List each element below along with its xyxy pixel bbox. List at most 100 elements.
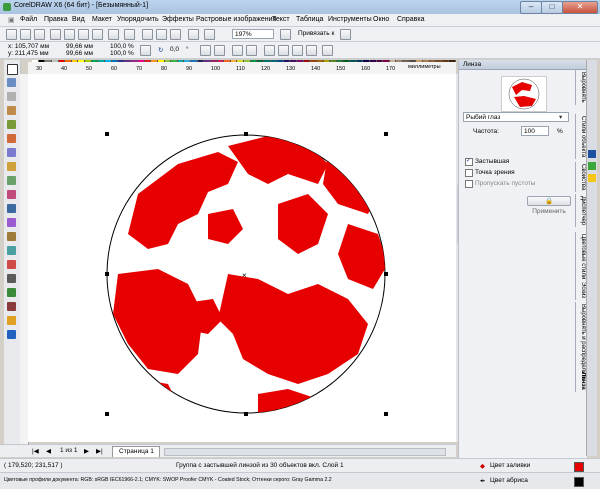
save-icon[interactable] — [34, 29, 45, 40]
interactive-fill-icon[interactable] — [7, 330, 16, 339]
page-tab[interactable]: Страница 1 — [112, 446, 160, 457]
basic-shapes-icon[interactable] — [7, 190, 16, 199]
angle-field[interactable]: 0,0 — [170, 46, 179, 53]
fill-tool-icon[interactable] — [7, 316, 16, 325]
horizontal-scrollbar[interactable] — [164, 448, 446, 456]
options-icon[interactable] — [340, 29, 351, 40]
eyedropper-tool-icon[interactable] — [7, 288, 16, 297]
color-profile-info[interactable]: Цветовые профили документа: RGB: sRGB IE… — [4, 477, 332, 483]
menu-tools[interactable]: Инструменты — [328, 16, 372, 23]
menu-effects[interactable]: Эффекты — [162, 16, 194, 23]
last-page-icon[interactable]: ▶| — [96, 447, 103, 455]
full-screen-icon[interactable] — [280, 29, 291, 40]
fill-color-swatch[interactable] — [574, 462, 584, 472]
trim-icon[interactable] — [278, 45, 289, 56]
x-position[interactable]: x: 105,707 мм — [8, 43, 49, 50]
lens-type-select[interactable]: Рыбий глаз — [463, 112, 569, 122]
transparency-tool-icon[interactable] — [7, 274, 16, 283]
remove-face-checkbox[interactable] — [465, 180, 473, 188]
first-page-icon[interactable]: |◀ — [32, 447, 39, 455]
scale-width[interactable]: 100,0 — [110, 43, 126, 50]
handle-ml[interactable] — [105, 272, 109, 276]
palette-swatch-yellow[interactable] — [588, 174, 596, 182]
handle-mr[interactable] — [384, 272, 388, 276]
menu-table[interactable]: Таблица — [296, 16, 323, 23]
blend-tool-icon[interactable] — [7, 260, 16, 269]
zoom-combo[interactable]: 197% — [232, 29, 274, 39]
ellipse-tool-icon[interactable] — [7, 162, 16, 171]
tab-object-styles[interactable]: Стили объекта — [575, 114, 586, 160]
smart-fill-icon[interactable] — [7, 134, 16, 143]
handle-tl[interactable] — [105, 132, 109, 136]
polygon-tool-icon[interactable] — [7, 176, 16, 185]
cut-icon[interactable] — [64, 29, 75, 40]
menu-file[interactable]: Файл — [20, 16, 37, 23]
outline-color-label[interactable]: Цвет абриса — [490, 477, 528, 484]
print-icon[interactable] — [50, 29, 61, 40]
menu-bitmaps[interactable]: Растровые изображения — [196, 16, 276, 23]
import-icon[interactable] — [156, 29, 167, 40]
scale-height[interactable]: 100,0 — [110, 50, 126, 57]
width-field[interactable]: 99,66 мм — [66, 43, 93, 50]
menu-help[interactable]: Справка — [397, 16, 424, 23]
undo-icon[interactable] — [108, 29, 119, 40]
freehand-tool-icon[interactable] — [7, 120, 16, 129]
fill-color-label[interactable]: Цвет заливки — [490, 462, 530, 469]
menu-view[interactable]: Вид — [72, 16, 85, 23]
menu-arrange[interactable]: Упорядочить — [117, 16, 159, 23]
outline-color-swatch[interactable] — [574, 477, 584, 487]
right-color-palette[interactable] — [586, 60, 597, 456]
rectangle-tool-icon[interactable] — [7, 148, 16, 157]
connector-tool-icon[interactable] — [7, 246, 16, 255]
publish-pdf-icon[interactable] — [188, 29, 199, 40]
combine-icon[interactable] — [246, 45, 257, 56]
minimize-button[interactable]: – — [520, 1, 542, 14]
shape-tool-icon[interactable] — [7, 78, 16, 87]
menu-text[interactable]: Текст — [272, 16, 290, 23]
menu-edit[interactable]: Правка — [44, 16, 68, 23]
lock-ratio-icon[interactable] — [140, 45, 151, 56]
tab-color-styles[interactable]: Цветовые стили — [575, 232, 586, 282]
export-icon[interactable] — [170, 29, 181, 40]
crop-tool-icon[interactable] — [7, 92, 16, 101]
tab-sketch[interactable]: Эскиз — [575, 280, 586, 301]
simplify-icon[interactable] — [306, 45, 317, 56]
handle-bm[interactable] — [244, 412, 248, 416]
prev-page-icon[interactable]: ◀ — [46, 447, 51, 455]
ungroup-icon[interactable] — [232, 45, 243, 56]
menu-layout[interactable]: Макет — [92, 16, 112, 23]
tab-lens[interactable]: Линза — [575, 370, 586, 392]
copy-icon[interactable] — [78, 29, 89, 40]
next-page-icon[interactable]: ▶ — [84, 447, 89, 455]
open-icon[interactable] — [20, 29, 31, 40]
palette-swatch-blue[interactable] — [588, 150, 596, 158]
menu-doc-icon[interactable]: ▣ — [8, 16, 15, 24]
mirror-h-icon[interactable] — [200, 45, 211, 56]
height-field[interactable]: 99,66 мм — [66, 50, 93, 57]
viewpoint-checkbox[interactable] — [465, 169, 473, 177]
y-position[interactable]: y: 211,475 мм — [8, 50, 49, 57]
handle-tm[interactable] — [244, 132, 248, 136]
pick-tool-icon[interactable] — [7, 64, 18, 75]
close-button[interactable]: ✕ — [562, 1, 598, 14]
intersect-icon[interactable] — [292, 45, 303, 56]
handle-bl[interactable] — [105, 412, 109, 416]
rate-input[interactable]: 100 — [521, 126, 549, 136]
handle-tr[interactable] — [384, 132, 388, 136]
snap-to-dropdown[interactable]: Привязать к — [298, 30, 334, 37]
frozen-checkbox[interactable] — [465, 157, 473, 166]
app-launcher-icon[interactable] — [204, 29, 215, 40]
palette-swatch-green[interactable] — [588, 162, 596, 170]
drawing-canvas[interactable]: × — [28, 74, 456, 442]
handle-br[interactable] — [384, 412, 388, 416]
align-icon[interactable] — [322, 45, 333, 56]
mirror-v-icon[interactable] — [214, 45, 225, 56]
tab-align[interactable]: Выровнять — [575, 70, 586, 105]
maximize-button[interactable]: □ — [541, 1, 563, 14]
search-content-icon[interactable] — [142, 29, 153, 40]
dimension-tool-icon[interactable] — [7, 232, 16, 241]
zoom-tool-icon[interactable] — [7, 106, 16, 115]
paste-icon[interactable] — [92, 29, 103, 40]
text-tool-icon[interactable] — [7, 204, 16, 213]
weld-icon[interactable] — [264, 45, 275, 56]
